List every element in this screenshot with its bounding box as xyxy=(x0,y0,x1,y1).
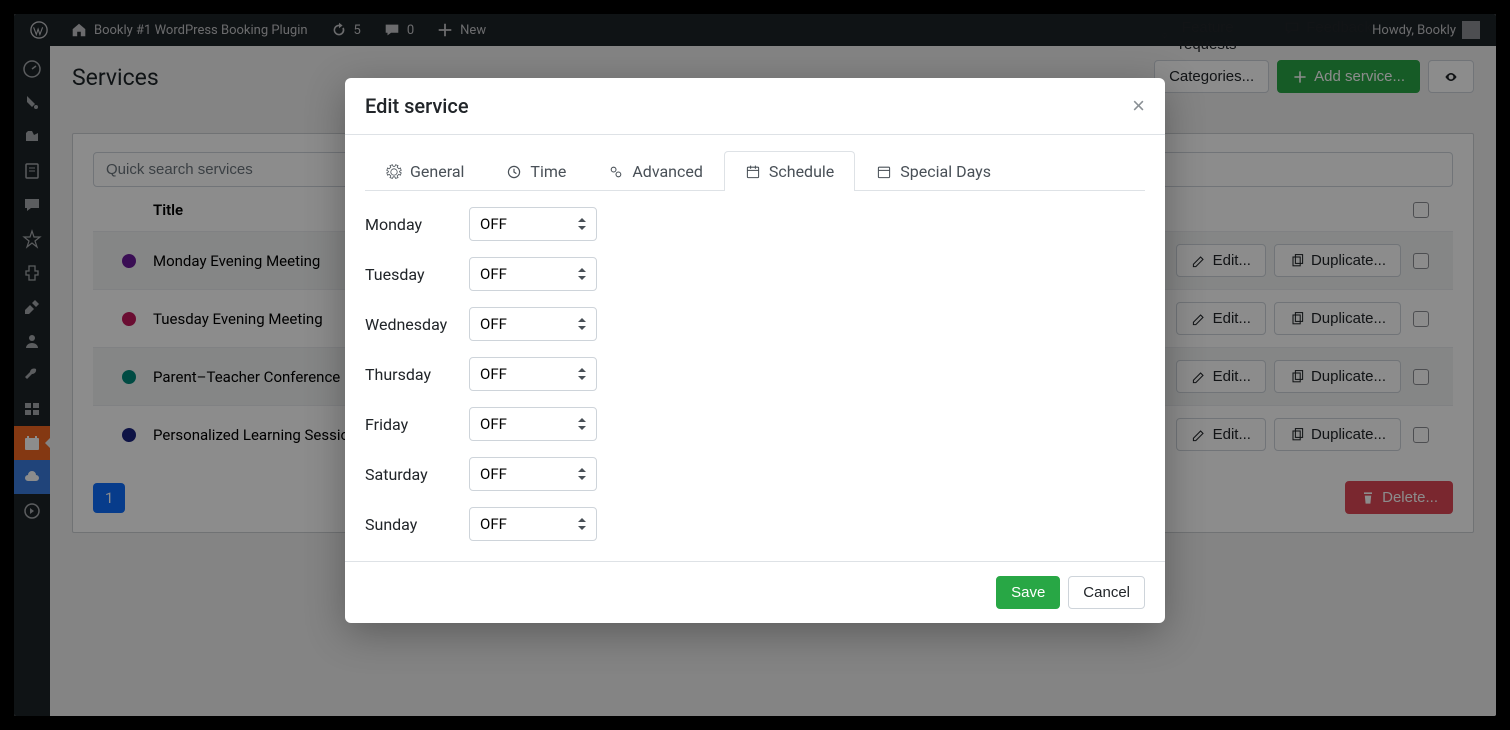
chevron-updown-icon xyxy=(578,268,586,280)
chevron-updown-icon xyxy=(578,318,586,330)
tab-time[interactable]: Time xyxy=(485,151,587,191)
calendar-star-icon xyxy=(876,164,892,180)
chevron-updown-icon xyxy=(578,468,586,480)
schedule-day-label: Monday xyxy=(365,215,457,234)
tab-schedule[interactable]: Schedule xyxy=(724,151,855,191)
tab-general-label: General xyxy=(410,162,464,181)
modal-tabs: General Time Advanced Schedule Special D… xyxy=(365,151,1145,191)
schedule-select[interactable]: OFF xyxy=(469,207,597,241)
tab-special-days[interactable]: Special Days xyxy=(855,151,1012,191)
tab-schedule-label: Schedule xyxy=(769,162,834,181)
schedule-value: OFF xyxy=(480,365,507,383)
schedule-value: OFF xyxy=(480,215,507,233)
tab-advanced[interactable]: Advanced xyxy=(587,151,724,191)
schedule-select[interactable]: OFF xyxy=(469,407,597,441)
chevron-updown-icon xyxy=(578,368,586,380)
schedule-row: Sunday OFF xyxy=(365,507,1145,541)
schedule-row: Saturday OFF xyxy=(365,457,1145,491)
cancel-button[interactable]: Cancel xyxy=(1068,576,1145,609)
schedule-value: OFF xyxy=(480,515,507,533)
tab-general[interactable]: General xyxy=(365,151,485,191)
schedule-day-label: Wednesday xyxy=(365,315,457,334)
modal-title: Edit service xyxy=(365,94,469,118)
schedule-value: OFF xyxy=(480,415,507,433)
tab-advanced-label: Advanced xyxy=(632,162,703,181)
schedule-value: OFF xyxy=(480,315,507,333)
schedule-select[interactable]: OFF xyxy=(469,357,597,391)
schedule-row: Tuesday OFF xyxy=(365,257,1145,291)
tab-special-days-label: Special Days xyxy=(900,162,991,181)
save-button[interactable]: Save xyxy=(996,576,1060,609)
schedule-day-label: Friday xyxy=(365,415,457,434)
schedule-day-label: Thursday xyxy=(365,365,457,384)
schedule-select[interactable]: OFF xyxy=(469,457,597,491)
save-label: Save xyxy=(1011,584,1045,601)
gears-icon xyxy=(608,164,624,180)
schedule-day-label: Sunday xyxy=(365,515,457,534)
schedule-row: Monday OFF xyxy=(365,207,1145,241)
modal-close-button[interactable]: × xyxy=(1132,95,1145,117)
calendar-icon xyxy=(745,164,761,180)
gear-icon xyxy=(386,164,402,180)
cancel-label: Cancel xyxy=(1083,584,1130,601)
schedule-select[interactable]: OFF xyxy=(469,307,597,341)
schedule-value: OFF xyxy=(480,465,507,483)
schedule-select[interactable]: OFF xyxy=(469,257,597,291)
schedule-select[interactable]: OFF xyxy=(469,507,597,541)
schedule-row: Friday OFF xyxy=(365,407,1145,441)
chevron-updown-icon xyxy=(578,218,586,230)
close-icon: × xyxy=(1132,93,1145,118)
tab-time-label: Time xyxy=(530,162,566,181)
chevron-updown-icon xyxy=(578,418,586,430)
schedule-day-label: Saturday xyxy=(365,465,457,484)
schedule-value: OFF xyxy=(480,265,507,283)
schedule-row: Wednesday OFF xyxy=(365,307,1145,341)
clock-icon xyxy=(506,164,522,180)
chevron-updown-icon xyxy=(578,518,586,530)
schedule-day-label: Tuesday xyxy=(365,265,457,284)
schedule-row: Thursday OFF xyxy=(365,357,1145,391)
edit-service-modal: Edit service × General Time Advanced xyxy=(345,78,1165,623)
